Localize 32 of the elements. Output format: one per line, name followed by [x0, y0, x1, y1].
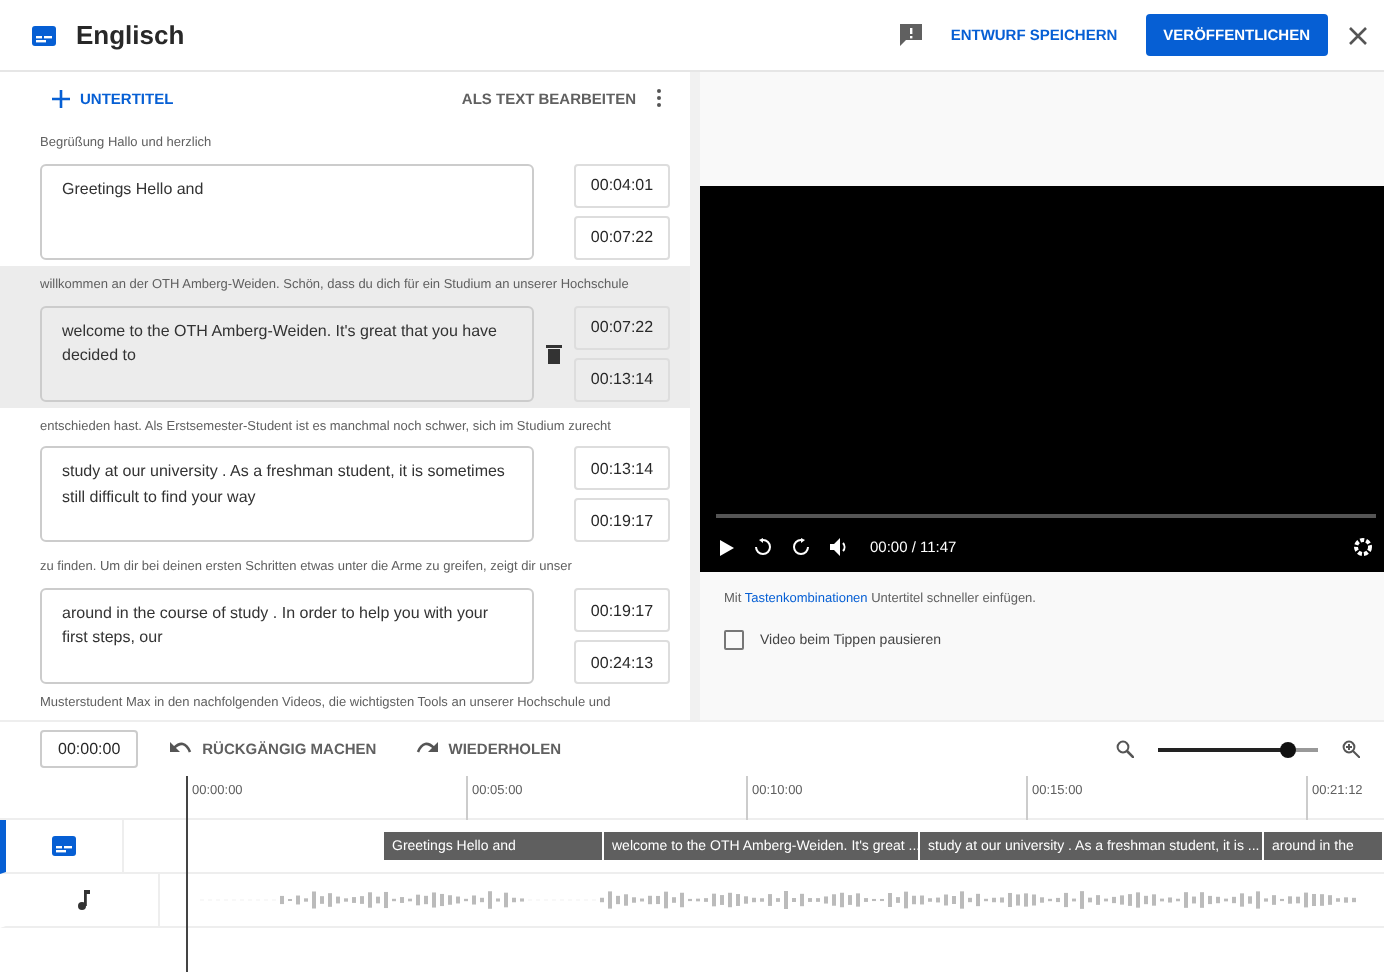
pause-checkbox[interactable] [724, 630, 744, 650]
play-icon[interactable] [720, 539, 734, 555]
subtitles-icon [32, 25, 56, 45]
feedback-icon[interactable] [900, 24, 923, 46]
subtitles-icon [52, 836, 76, 856]
music-note-icon [75, 890, 89, 910]
start-time-field[interactable]: 00:19:17 [574, 588, 670, 632]
volume-icon[interactable] [830, 538, 850, 556]
settings-icon[interactable] [1354, 538, 1372, 556]
redo-icon [416, 742, 439, 756]
end-time-field[interactable]: 00:13:14 [574, 357, 670, 401]
start-time-field[interactable]: 00:13:14 [574, 446, 670, 491]
subtitle-field[interactable]: around in the course of study . In order to help you with your first steps, our [40, 588, 534, 684]
start-time-field[interactable]: 00:07:22 [574, 305, 670, 349]
more-icon[interactable] [656, 88, 662, 108]
rewind-icon[interactable] [754, 538, 772, 556]
undo-icon [170, 742, 193, 756]
forward-icon[interactable] [792, 538, 810, 556]
trash-icon[interactable] [546, 343, 562, 363]
subtitle-field[interactable]: study at our university . As a freshman student, it is sometimes still difficult to find your way [40, 446, 534, 543]
plus-icon [52, 89, 70, 107]
end-time-field[interactable]: 00:19:17 [574, 498, 670, 543]
end-time-field[interactable]: 00:24:13 [574, 640, 670, 684]
editor-title: Englisch [76, 20, 187, 50]
subtitle-field[interactable]: welcome to the OTH Amberg-Weiden. It's great that you have decided to [40, 305, 534, 401]
start-time-field[interactable]: 00:04:01 [574, 163, 670, 208]
end-time-field[interactable]: 00:07:22 [574, 215, 670, 260]
close-icon[interactable] [1348, 25, 1368, 45]
subtitle-field[interactable]: Greetings Hello and [40, 163, 534, 260]
zoom-out-icon[interactable] [1116, 740, 1134, 758]
timecode-field[interactable]: 00:00:00 [40, 730, 139, 768]
zoom-in-icon[interactable] [1342, 740, 1360, 758]
